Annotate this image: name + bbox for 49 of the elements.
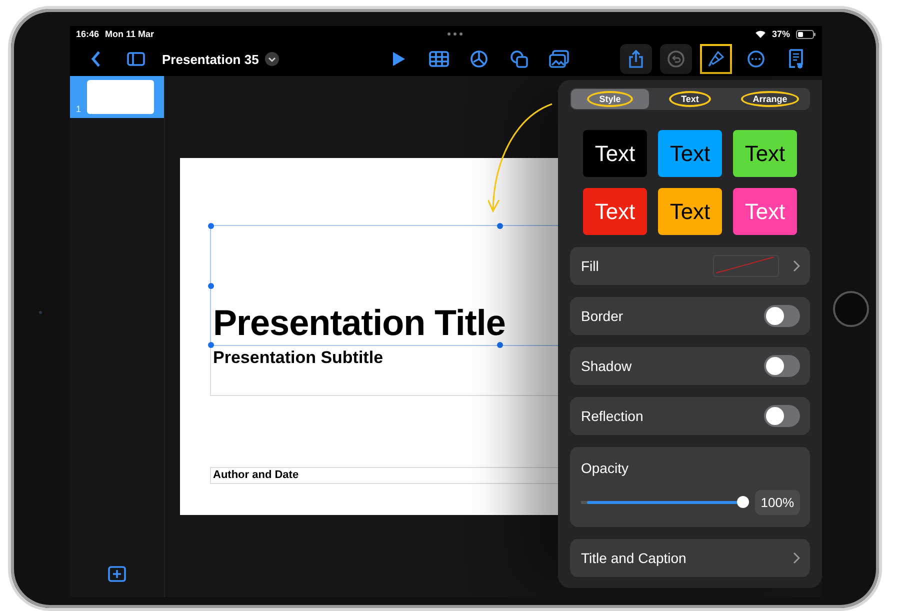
- share-icon: [629, 50, 643, 68]
- multitasking-dots-icon: [446, 32, 463, 36]
- title-caption-row[interactable]: Title and Caption: [570, 539, 810, 577]
- popover-tab[interactable]: Text: [651, 89, 729, 109]
- toggle-switch[interactable]: [764, 405, 800, 427]
- shapes-icon: [510, 50, 528, 68]
- paintbrush-icon: [707, 50, 725, 68]
- battery-percent: 37%: [772, 29, 790, 39]
- chevron-right-icon: [793, 260, 800, 272]
- text-style-swatch[interactable]: Text: [658, 188, 722, 235]
- notes-icon: [788, 49, 804, 69]
- slide-subtitle: Presentation Subtitle: [213, 348, 384, 367]
- chevron-left-icon: [91, 51, 101, 67]
- sensor-dot: [39, 311, 42, 314]
- toggle-switch[interactable]: [764, 305, 800, 327]
- chevron-down-icon[interactable]: [264, 52, 279, 66]
- chevron-right-icon: [793, 552, 800, 564]
- text-style-swatch[interactable]: Text: [658, 130, 722, 177]
- battery-icon: [796, 30, 816, 38]
- format-brush-button[interactable]: [700, 44, 732, 74]
- text-style-swatch[interactable]: Text: [583, 188, 647, 235]
- option-label: Reflection: [581, 408, 644, 424]
- plus-icon: [108, 566, 126, 582]
- opacity-label: Opacity: [581, 460, 630, 476]
- document-title[interactable]: Presentation 35: [162, 52, 259, 66]
- opacity-value: 100%: [754, 490, 800, 514]
- pie-chart-icon: [470, 50, 488, 68]
- no-fill-swatch: [713, 255, 779, 277]
- text-style-swatch[interactable]: Text: [583, 130, 647, 177]
- table-icon: [428, 51, 449, 67]
- status-time: 16:46: [76, 29, 100, 39]
- photos-icon: [548, 50, 569, 68]
- option-label: Border: [581, 308, 624, 324]
- popover-tab[interactable]: Style: [571, 89, 649, 109]
- status-date: Mon 11 Mar: [105, 29, 154, 39]
- slide-number: 1: [76, 104, 82, 114]
- wifi-icon: [754, 30, 766, 38]
- slide-title: Presentation Title: [213, 305, 506, 341]
- text-style-swatch[interactable]: Text: [733, 130, 797, 177]
- play-icon: [392, 51, 406, 67]
- sidebar-icon: [127, 52, 145, 66]
- toggle-switch[interactable]: [764, 355, 800, 377]
- fill-row[interactable]: Fill: [570, 247, 810, 285]
- more-icon: [747, 50, 765, 68]
- share-button[interactable]: [620, 44, 652, 74]
- option-label: Shadow: [581, 358, 633, 374]
- slide-footer: Author and Date: [213, 469, 299, 481]
- undo-icon: [667, 50, 685, 68]
- camera-ring: [833, 291, 869, 327]
